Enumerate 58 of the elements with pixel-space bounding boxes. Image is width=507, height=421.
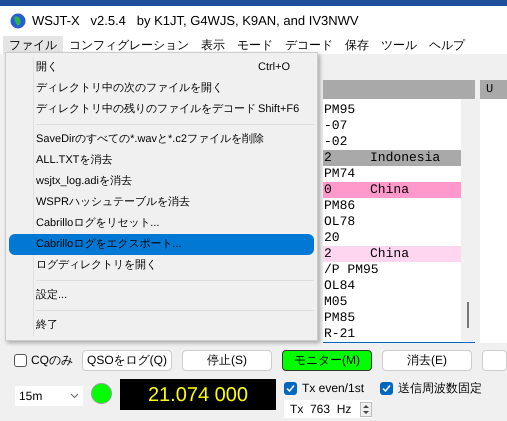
shortcut-label: Ctrl+O — [258, 60, 292, 76]
menu-bar-item[interactable]: 表示 — [195, 36, 231, 54]
globe-icon — [10, 13, 26, 29]
menu-bar-item[interactable]: 保存 — [339, 36, 375, 54]
spinner-arrows-icon — [360, 402, 372, 416]
menu-item[interactable]: SaveDirのすべての*.wavと*.c2ファイルを削除 — [9, 129, 314, 150]
toolbar-button[interactable]: QSOをログ(Q) — [82, 350, 172, 370]
menu-item[interactable]: ALL.TXTを消去 — [9, 150, 314, 171]
menu-bar-item[interactable]: デコード — [279, 36, 339, 54]
check-icon — [286, 384, 295, 392]
menu-bar-item[interactable]: ヘルプ — [423, 36, 471, 54]
decode-row-text: OL78 — [323, 214, 356, 230]
menu-item[interactable]: ディレクトリ中の次のファイルを開く — [9, 78, 314, 99]
pane-header: U — [486, 82, 494, 96]
menu-item[interactable]: wsjtx_log.adiを消去 — [9, 171, 314, 192]
menu-item[interactable]: ディレクトリ中の残りのファイルをデコード Shift+F6 — [9, 99, 314, 120]
decode-row-text: PM85 — [323, 310, 356, 326]
scrollbar-thumb[interactable] — [467, 302, 469, 328]
menu-bar-item[interactable]: モード — [231, 36, 279, 54]
tx-frequency-spinbox[interactable]: Tx 763 Hz — [284, 400, 372, 418]
decode-row: 2 China — [323, 246, 461, 262]
menu-item[interactable]: Cabrilloログをエクスポート... — [9, 234, 314, 255]
window-title: WSJT-X v2.5.4 by K1JT, G4WJS, K9AN, and IV3NWV — [32, 12, 359, 30]
decode-row-text: PM74 — [323, 166, 356, 182]
decode-row-text: -07 — [323, 118, 348, 134]
checkbox-label: CQのみ — [31, 352, 73, 369]
checkbox[interactable] — [14, 354, 27, 366]
decode-row-text: OL84 — [323, 278, 356, 294]
checkbox-label: Tx even/1st — [302, 380, 364, 397]
decode-row-text: M05 — [323, 294, 348, 310]
menu-item[interactable]: WSPRハッシュテーブルを消去 — [9, 192, 314, 213]
menu-item[interactable]: 設定... — [9, 285, 314, 306]
checkbox[interactable] — [380, 382, 394, 394]
toolbar-button[interactable]: モニター(M) — [282, 350, 372, 370]
menu-item[interactable]: Cabrilloログをリセット... — [9, 213, 314, 234]
chevron-down-icon — [70, 393, 79, 399]
menu-item[interactable]: 終了 — [9, 315, 314, 336]
frequency-display: 21.074 000 — [120, 379, 276, 410]
check-icon — [382, 384, 392, 392]
menu-bar-item[interactable]: コンフィグレーション — [63, 36, 195, 54]
status-indicator — [91, 383, 112, 404]
toolbar-button[interactable]: 停止(S) — [182, 350, 272, 370]
toolbar-button[interactable]: 消去(E) — [382, 350, 472, 370]
decode-row-text: PM86 — [323, 198, 356, 214]
band-select[interactable]: 15m — [15, 386, 83, 406]
decode-row-text: R-21 — [323, 326, 356, 342]
decode-row-text: /P PM95 — [323, 262, 380, 278]
checkbox[interactable] — [284, 382, 297, 394]
shortcut-label: Shift+F6 — [258, 102, 300, 118]
menu-item[interactable]: ログディレクトリを開く — [9, 255, 314, 276]
decode-row-text: PM95 — [323, 102, 356, 118]
checkbox-label: 送信周波数固定 — [398, 380, 482, 397]
decode-row-text: -02 — [323, 134, 348, 150]
decode-row-text: 20 — [323, 230, 341, 246]
decode-row: 2 Indonesia — [323, 150, 461, 166]
menu-bar-item[interactable]: ツール — [375, 36, 423, 54]
decode-row: 0 China — [323, 182, 461, 198]
menu-item[interactable]: 開く Ctrl+O — [9, 57, 314, 78]
